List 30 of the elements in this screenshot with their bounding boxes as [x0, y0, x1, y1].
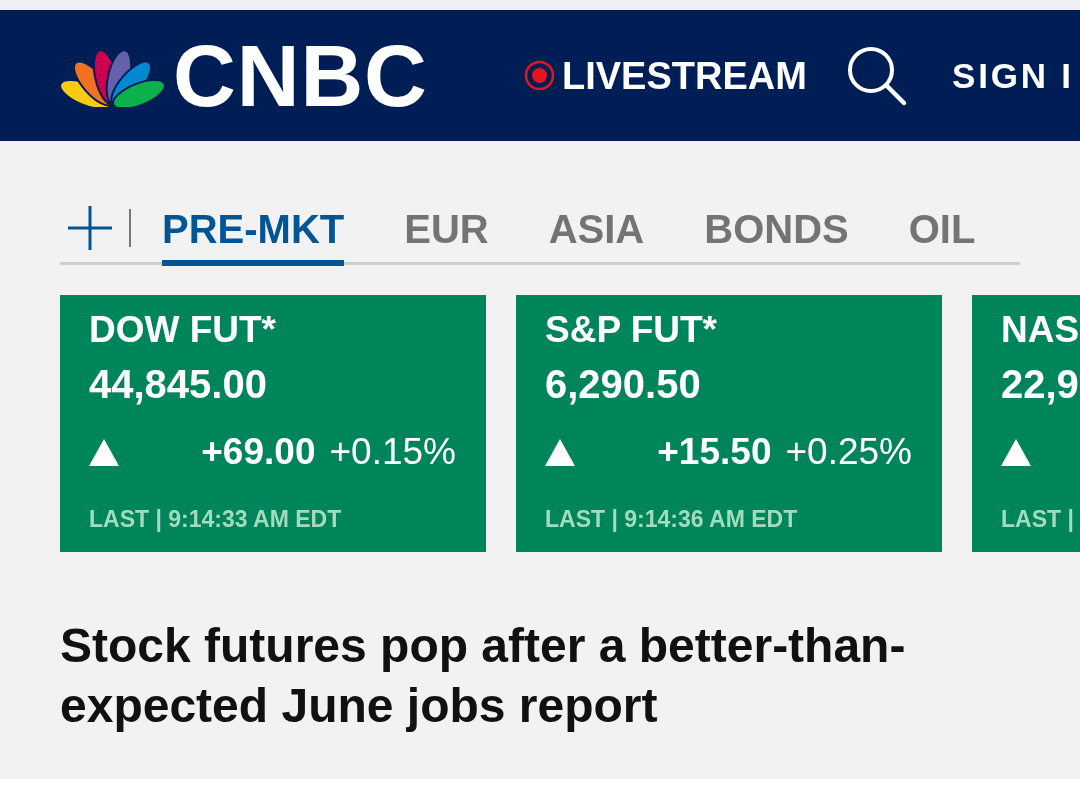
search-icon [846, 44, 908, 107]
quote-change-percent: +0.15% [329, 430, 456, 474]
quote-name: S&P FUT* [545, 308, 717, 352]
add-button[interactable] [68, 206, 112, 250]
article-headline[interactable]: Stock futures pop after a better-than-expected June jobs report [60, 616, 1020, 736]
futures-quote-card[interactable]: DOW FUT* 44,845.00 +69.00 +0.15% LAST | 9:14:33 AM EDT [60, 295, 486, 552]
quote-timestamp: LAST | 9:14:36 AM EDT [545, 505, 798, 533]
quote-change-percent: +0.25% [785, 430, 912, 474]
quote-timestamp: LAST | 9:14:33 AM EDT [89, 505, 342, 533]
sign-in-link[interactable]: SIGN I [952, 58, 1074, 93]
site-logo-text[interactable]: CNBC [173, 32, 431, 119]
market-tab[interactable]: EUR [404, 205, 489, 266]
quote-timestamp: LAST | [1001, 505, 1074, 533]
livestream-link[interactable]: LIVESTREAM [562, 56, 812, 95]
plus-icon [68, 206, 112, 250]
quote-price: 6,290.50 [545, 362, 701, 406]
quote-change: +15.50 [657, 430, 772, 474]
live-record-icon [524, 60, 555, 91]
market-tab[interactable]: PRE-MKT [162, 205, 345, 266]
market-tab[interactable]: BONDS [704, 205, 849, 266]
futures-quote-card[interactable]: NAS 22,9 LAST | [972, 295, 1080, 552]
market-tab[interactable]: OIL [908, 205, 976, 266]
futures-quote-card[interactable]: S&P FUT* 6,290.50 +15.50 +0.25% LAST | 9:14:36 AM EDT [516, 295, 942, 552]
quote-name: DOW FUT* [89, 308, 277, 352]
quote-name: NAS [1001, 308, 1080, 352]
search-button[interactable] [846, 44, 908, 107]
market-tab[interactable]: ASIA [548, 205, 645, 266]
quote-price: 44,845.00 [89, 362, 267, 406]
quote-change: +69.00 [201, 430, 316, 474]
quote-price: 22,9 [1001, 362, 1079, 406]
